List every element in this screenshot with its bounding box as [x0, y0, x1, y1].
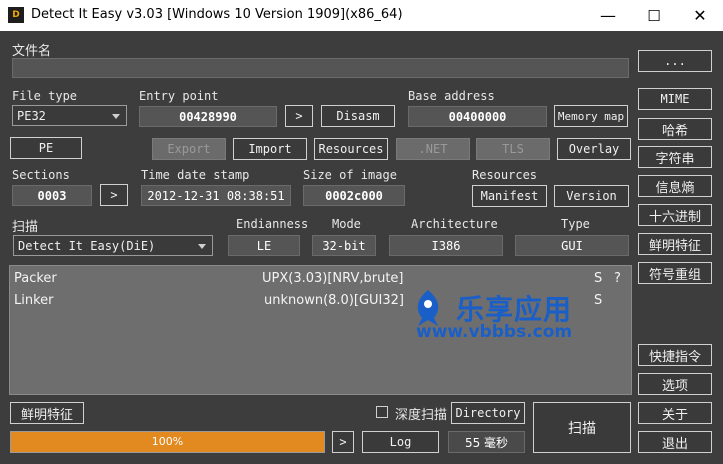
minimize-button[interactable]: —: [585, 0, 631, 31]
result-value: unknown(8.0)[GUI32]: [264, 293, 404, 308]
sections-label: Sections: [12, 168, 70, 182]
size-of-image-field[interactable]: 0002c000: [303, 185, 405, 206]
result-value: UPX(3.03)[NRV,brute]: [262, 271, 404, 286]
entry-point-label: Entry point: [139, 89, 219, 103]
scan-engine-value: Detect It Easy(DiE): [18, 238, 156, 253]
shortcuts-button[interactable]: 快捷指令: [638, 344, 712, 366]
elapsed-time: 55 毫秒: [448, 431, 525, 453]
browse-button[interactable]: ...: [638, 50, 712, 72]
net-button: .NET: [396, 138, 470, 160]
file-type-select[interactable]: PE32: [12, 105, 127, 126]
mime-button[interactable]: MIME: [638, 88, 712, 110]
log-button[interactable]: Log: [362, 431, 439, 453]
maximize-button[interactable]: ☐: [631, 0, 677, 31]
chevron-down-icon: [112, 113, 120, 119]
file-type-label: File type: [12, 89, 78, 103]
version-button[interactable]: Version: [554, 185, 629, 207]
resources-button[interactable]: Resources: [314, 138, 388, 160]
endianness-field: LE: [228, 235, 300, 256]
timestamp-field[interactable]: 2012-12-31 08:38:51: [141, 185, 291, 206]
resources-label: Resources: [472, 168, 538, 182]
scan-engine-select[interactable]: Detect It Easy(DiE): [13, 235, 213, 256]
timestamp-label: Time date stamp: [141, 168, 250, 182]
scan-button[interactable]: 扫描: [533, 402, 631, 453]
base-address-label: Base address: [408, 89, 495, 103]
scan-label: 扫描: [12, 220, 39, 235]
disasm-button[interactable]: Disasm: [321, 105, 395, 127]
manifest-button[interactable]: Manifest: [472, 185, 547, 207]
entry-point-go-button[interactable]: >: [285, 105, 313, 127]
architecture-field: I386: [389, 235, 503, 256]
result-kind: Linker: [14, 293, 54, 308]
progress-go-button[interactable]: >: [332, 431, 354, 453]
chevron-down-icon: [198, 243, 206, 249]
deep-scan-label: 深度扫描: [395, 408, 448, 423]
base-address-field[interactable]: 00400000: [408, 106, 547, 127]
close-button[interactable]: ✕: [677, 0, 723, 31]
file-name-label: 文件名: [12, 44, 52, 59]
options-button[interactable]: 选项: [638, 373, 712, 395]
entropy-button[interactable]: 信息熵: [638, 175, 712, 197]
entry-point-field[interactable]: 00428990: [139, 106, 277, 127]
type-field: GUI: [515, 235, 629, 256]
window-title: Detect It Easy v3.03 [Windows 10 Version…: [31, 7, 403, 22]
watermark-url: www.vbbbs.com: [416, 322, 573, 342]
sections-field[interactable]: 0003: [12, 185, 92, 206]
export-button: Export: [152, 138, 226, 160]
title-bar: D Detect It Easy v3.03 [Windows 10 Versi…: [0, 0, 723, 31]
import-button[interactable]: Import: [233, 138, 307, 160]
size-of-image-label: Size of image: [303, 168, 397, 182]
deep-scan-checkbox[interactable]: [376, 406, 388, 418]
file-type-value: PE32: [17, 108, 46, 123]
overlay-button[interactable]: Overlay: [557, 138, 631, 160]
tls-button: TLS: [476, 138, 550, 160]
demangle-button[interactable]: 符号重组: [638, 262, 712, 284]
progress-text: 100%: [151, 435, 184, 448]
result-kind: Packer: [14, 271, 57, 286]
pe-button[interactable]: PE: [10, 137, 82, 159]
file-path-field[interactable]: [12, 58, 629, 78]
type-label: Type: [561, 217, 590, 231]
result-flag[interactable]: S: [594, 271, 602, 286]
exit-button[interactable]: 退出: [638, 431, 712, 453]
signatures-button[interactable]: 鲜明特征: [638, 233, 712, 255]
memory-map-button[interactable]: Memory map: [554, 105, 628, 127]
watermark: 乐享应用 www.vbbbs.com: [408, 286, 588, 348]
hex-button[interactable]: 十六进制: [638, 204, 712, 226]
about-button[interactable]: 关于: [638, 402, 712, 424]
hash-button[interactable]: 哈希: [638, 118, 712, 140]
mode-field: 32-bit: [312, 235, 376, 256]
main-window: D Detect It Easy v3.03 [Windows 10 Versi…: [0, 0, 723, 464]
progress-bar: 100%: [10, 431, 325, 453]
result-info-icon[interactable]: ?: [614, 271, 621, 286]
architecture-label: Architecture: [411, 217, 498, 231]
app-icon: D: [8, 7, 24, 23]
mode-label: Mode: [332, 217, 361, 231]
result-flag[interactable]: S: [594, 293, 602, 308]
strings-button[interactable]: 字符串: [638, 146, 712, 168]
signatures-bottom-button[interactable]: 鲜明特征: [10, 402, 84, 424]
endianness-label: Endianness: [236, 217, 309, 231]
sections-go-button[interactable]: >: [100, 184, 128, 206]
directory-button[interactable]: Directory: [451, 402, 525, 424]
